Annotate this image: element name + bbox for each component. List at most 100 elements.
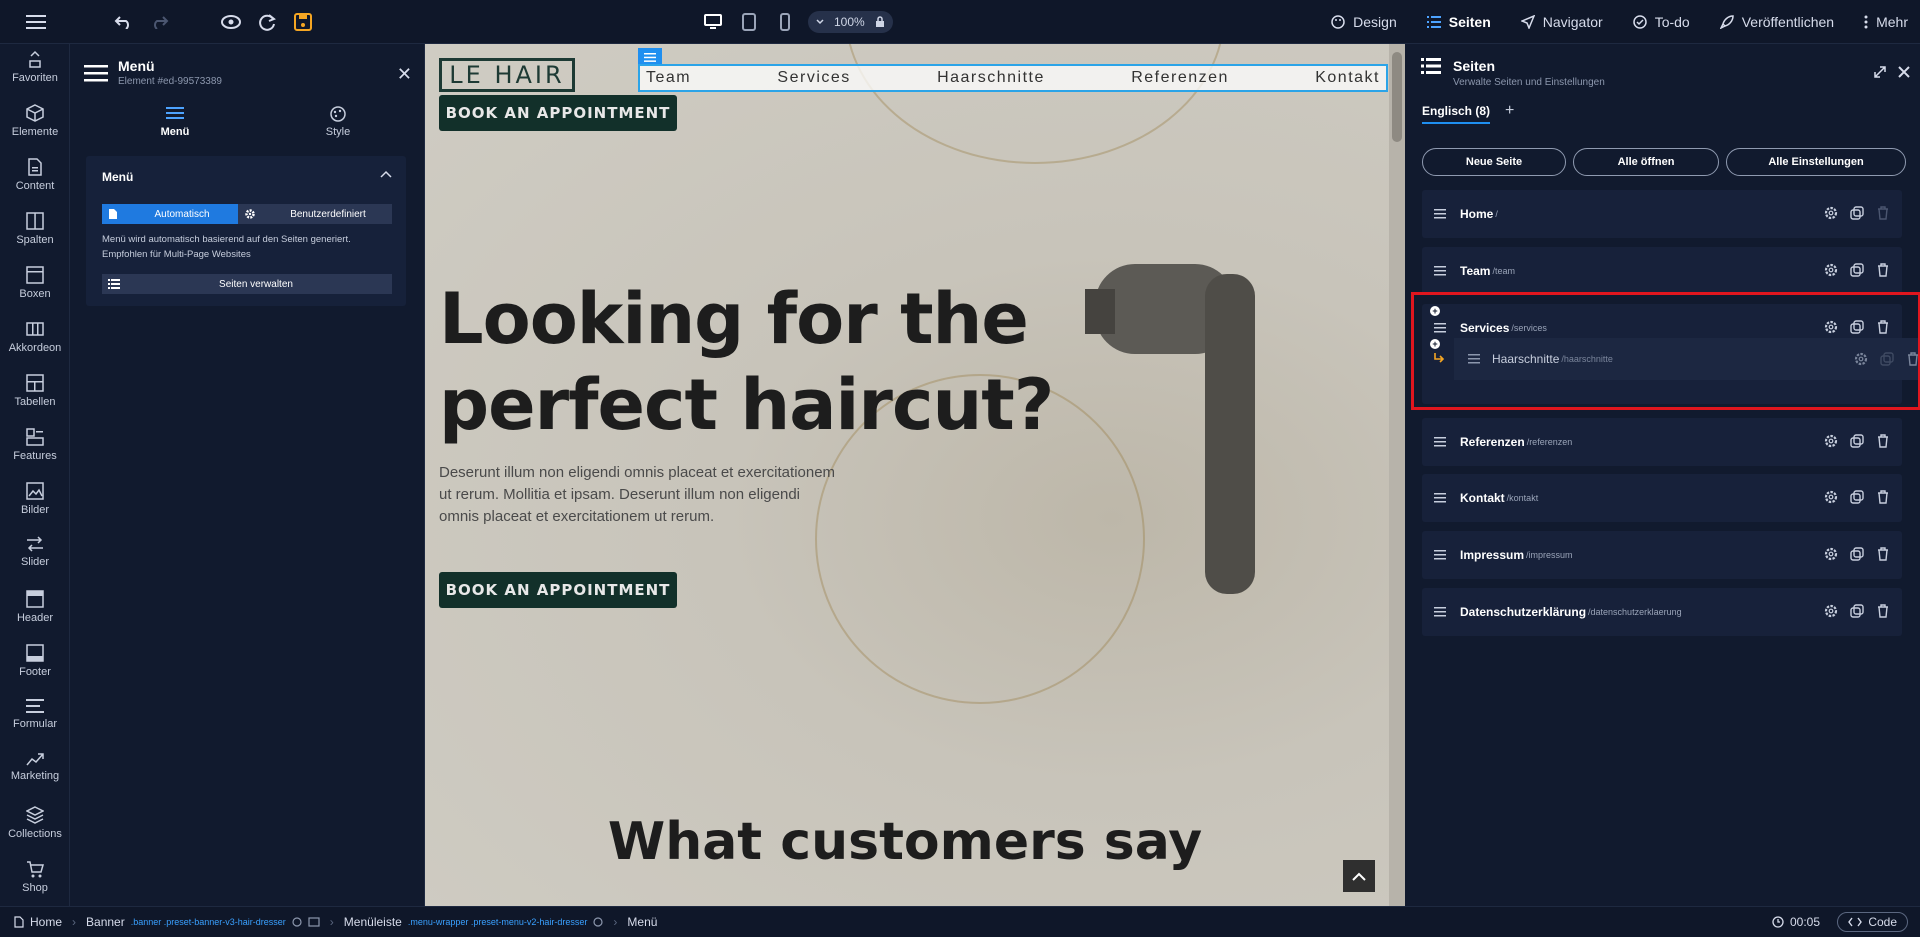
drag-handle-icon[interactable] <box>1434 266 1446 276</box>
gear-icon[interactable] <box>1824 547 1838 561</box>
mode-automatisch-button[interactable]: Automatisch <box>102 204 238 224</box>
nav-publish[interactable]: Veröffentlichen <box>1719 14 1834 30</box>
gear-icon[interactable] <box>1824 490 1838 504</box>
nav-todo[interactable]: To-do <box>1632 14 1690 30</box>
cube-icon <box>26 104 44 122</box>
sidebar-item-elemente[interactable]: Elemente <box>0 104 70 158</box>
site-menu-item[interactable]: Team <box>646 69 691 87</box>
preview-eye-icon[interactable] <box>219 10 243 34</box>
book-appointment-button[interactable]: BOOK AN APPOINTMENT <box>439 572 677 608</box>
refresh-icon[interactable] <box>255 10 279 34</box>
sidebar-item-slider[interactable]: Slider <box>0 536 70 590</box>
sidebar-item-akkordeon[interactable]: Akkordeon <box>0 320 70 374</box>
hair-dryer-image <box>1085 264 1255 594</box>
sidebar-item-marketing[interactable]: Marketing <box>0 752 70 806</box>
trash-icon[interactable] <box>1876 490 1890 504</box>
gear-icon[interactable] <box>1824 604 1838 618</box>
duplicate-icon[interactable] <box>1850 263 1864 277</box>
sidebar-item-favoriten[interactable]: Favoriten <box>0 50 70 104</box>
breadcrumb-menu[interactable]: Menü <box>627 915 657 929</box>
page-row[interactable]: Kontakt/kontakt <box>1422 474 1902 522</box>
drag-handle-icon[interactable] <box>1434 550 1446 560</box>
drag-handle-icon[interactable] <box>1434 437 1446 447</box>
close-icon[interactable] <box>1898 66 1910 78</box>
gear-icon[interactable] <box>1824 434 1838 448</box>
close-icon[interactable]: ✕ <box>397 64 412 85</box>
sidebar-item-features[interactable]: Features <box>0 428 70 482</box>
mode-benutzerdefiniert-button[interactable]: Benutzerdefiniert <box>238 204 392 224</box>
book-appointment-button[interactable]: BOOK AN APPOINTMENT <box>439 95 677 131</box>
website-preview-canvas[interactable]: LE HAIR Team Services Haarschnitte Refer… <box>425 44 1405 906</box>
expand-icon[interactable] <box>1874 66 1886 78</box>
code-button[interactable]: Code <box>1837 912 1908 932</box>
scrollbar-thumb[interactable] <box>1392 52 1402 142</box>
drag-handle-icon[interactable] <box>1434 493 1446 503</box>
site-menu-item[interactable]: Haarschnitte <box>937 69 1045 87</box>
sidebar-item-formular[interactable]: Formular <box>0 698 70 752</box>
sidebar-item-footer[interactable]: Footer <box>0 644 70 698</box>
duplicate-icon[interactable] <box>1850 434 1864 448</box>
duplicate-icon[interactable] <box>1850 206 1864 220</box>
all-settings-button[interactable]: Alle Einstellungen <box>1726 148 1906 176</box>
sidebar-item-content[interactable]: Content <box>0 158 70 212</box>
duplicate-icon[interactable] <box>1850 490 1864 504</box>
site-menu-item[interactable]: Referenzen <box>1131 69 1229 87</box>
duplicate-icon[interactable] <box>1850 604 1864 618</box>
page-slug: /datenschutzerklaerung <box>1588 607 1682 617</box>
tab-style[interactable]: Style <box>278 106 398 138</box>
trash-icon[interactable] <box>1876 434 1890 448</box>
trash-icon[interactable] <box>1876 604 1890 618</box>
gear-icon[interactable] <box>1824 263 1838 277</box>
sidebar-item-spalten[interactable]: Spalten <box>0 212 70 266</box>
site-menu-item[interactable]: Kontakt <box>1315 69 1380 87</box>
menu-properties-panel: Menü Element #ed-99573389 ✕ Menü Style M… <box>70 44 425 906</box>
desktop-view-icon[interactable] <box>700 8 726 36</box>
duplicate-icon[interactable] <box>1850 547 1864 561</box>
nav-more[interactable]: Mehr <box>1864 14 1908 30</box>
drag-handle-icon[interactable] <box>1434 607 1446 617</box>
add-language-icon[interactable]: + <box>1505 102 1514 120</box>
nav-navigator[interactable]: Navigator <box>1520 14 1603 30</box>
drag-handle-icon[interactable] <box>1434 209 1446 219</box>
breadcrumb-banner[interactable]: Banner .banner .preset-banner-v3-hair-dr… <box>86 915 320 929</box>
list-icon <box>1426 16 1441 28</box>
breadcrumb-menueleiste[interactable]: Menüleiste .menu-wrapper .preset-menu-v2… <box>344 915 604 929</box>
zoom-control[interactable]: 100% <box>808 11 893 33</box>
page-row[interactable]: Impressum/impressum <box>1422 531 1902 579</box>
breadcrumb-home[interactable]: Home <box>14 915 62 929</box>
columns-icon <box>26 212 44 230</box>
sidebar-item-boxen[interactable]: Boxen <box>0 266 70 320</box>
tab-language-englisch[interactable]: Englisch (8) <box>1422 104 1491 124</box>
panel-header: Seiten Verwalte Seiten und Einstellungen <box>1421 58 1605 88</box>
canvas-scrollbar[interactable] <box>1389 44 1405 906</box>
nav-seiten[interactable]: Seiten <box>1426 14 1491 30</box>
trend-icon <box>26 753 44 766</box>
save-icon[interactable] <box>291 10 315 34</box>
sidebar-item-header[interactable]: Header <box>0 590 70 644</box>
hamburger-menu-icon[interactable] <box>24 10 48 34</box>
nav-design[interactable]: Design <box>1331 14 1397 30</box>
document-icon <box>109 209 117 219</box>
sidebar-item-bilder[interactable]: Bilder <box>0 482 70 536</box>
scroll-to-top-icon[interactable] <box>1343 860 1375 892</box>
sidebar-item-tabellen[interactable]: Tabellen <box>0 374 70 428</box>
page-row[interactable]: Referenzen/referenzen <box>1422 418 1902 466</box>
new-page-button[interactable]: Neue Seite <box>1422 148 1566 176</box>
open-all-button[interactable]: Alle öffnen <box>1573 148 1719 176</box>
trash-icon[interactable] <box>1876 547 1890 561</box>
page-row[interactable]: Datenschutzerklärung/datenschutzerklaeru… <box>1422 588 1902 636</box>
site-menu-selected[interactable]: Team Services Haarschnitte Referenzen Ko… <box>638 64 1388 92</box>
undo-icon[interactable] <box>111 10 135 34</box>
trash-icon[interactable] <box>1876 263 1890 277</box>
sidebar-item-collections[interactable]: Collections <box>0 806 70 860</box>
chevron-up-icon[interactable] <box>380 170 392 178</box>
site-menu-item[interactable]: Services <box>777 69 850 87</box>
page-row[interactable]: Team/team <box>1422 247 1902 295</box>
tab-menu[interactable]: Menü <box>115 106 235 138</box>
redo-icon[interactable] <box>148 10 172 34</box>
manage-pages-button[interactable]: Seiten verwalten <box>102 274 392 294</box>
page-row[interactable]: Home / <box>1422 190 1902 238</box>
tablet-view-icon[interactable] <box>736 8 762 36</box>
gear-icon[interactable] <box>1824 206 1838 220</box>
mobile-view-icon[interactable] <box>772 8 798 36</box>
